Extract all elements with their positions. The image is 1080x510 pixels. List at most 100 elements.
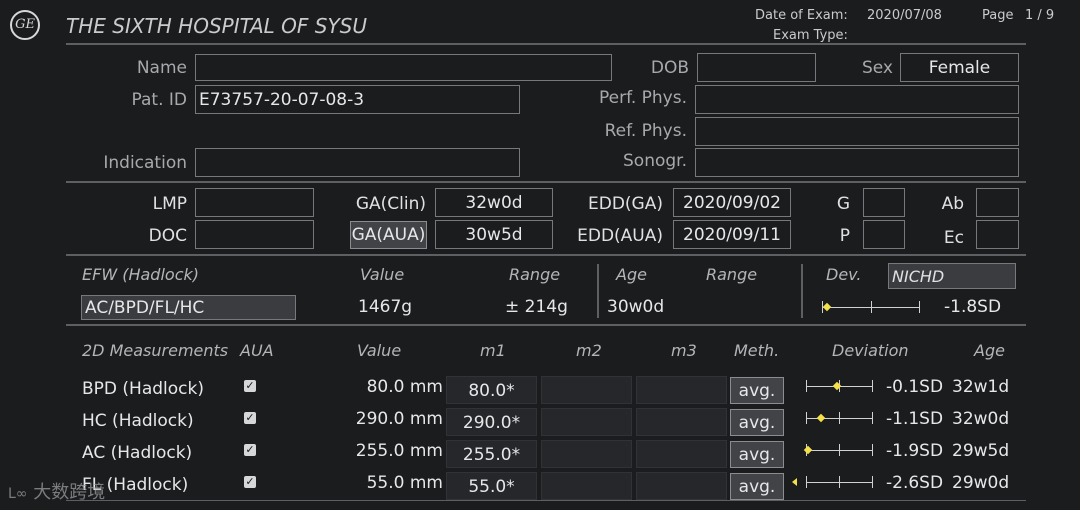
m2-field[interactable] (541, 376, 632, 404)
efw-formula-field[interactable]: AC/BPD/FL/HC (81, 295, 296, 320)
row-value: 55.0 mm (366, 473, 443, 493)
ga-clin-field[interactable]: 32w0d (435, 188, 553, 217)
efw-value: 1467g (358, 297, 413, 317)
method-button[interactable]: avg. (730, 473, 784, 500)
bottom-divider (66, 500, 1026, 501)
efw-divider (66, 324, 1026, 326)
method-button[interactable]: avg. (730, 377, 784, 404)
dob-field[interactable] (697, 53, 816, 82)
ge-logo-text: GE (15, 17, 35, 32)
row-age: 29w0d (952, 473, 1010, 493)
gauge-tick (919, 301, 920, 313)
method-label: avg. (738, 413, 776, 433)
sex-label: Sex (861, 58, 893, 78)
abortion-field[interactable] (976, 188, 1019, 217)
m3-field[interactable] (636, 408, 727, 436)
ga-aua-field[interactable]: 30w5d (435, 220, 553, 249)
efw-age-range-header: Range (706, 265, 758, 284)
ga-aua-button[interactable]: GA(AUA) (350, 221, 427, 249)
row-age: 32w1d (952, 377, 1010, 397)
ga-clin-value: 32w0d (465, 193, 523, 213)
method-button[interactable]: avg. (730, 441, 784, 468)
sex-value: Female (928, 58, 991, 78)
gauge-tick (871, 301, 872, 313)
gauge-tick (872, 476, 873, 488)
row-value: 255.0 mm (355, 441, 443, 461)
efw-value-header: Value (360, 265, 405, 284)
watermark: ᒪ∞ 大数跨境 (8, 478, 105, 504)
row-age: 29w5d (952, 441, 1010, 461)
gauge-tick (806, 412, 807, 424)
efw-deviation: -1.8SD (944, 297, 1002, 317)
efw-deviation-gauge (822, 298, 920, 316)
ectopic-field[interactable] (976, 220, 1019, 249)
indication-label: Indication (103, 153, 187, 173)
page-number: 1 / 9 (1025, 8, 1055, 23)
gauge-tick (872, 380, 873, 392)
method-button[interactable]: avg. (730, 409, 784, 436)
sonographer-field[interactable] (695, 148, 1019, 177)
name-field[interactable] (195, 54, 612, 81)
date-of-exam-label: Date of Exam: (755, 8, 848, 23)
abortion-label: Ab (941, 194, 964, 214)
aua-checkbox[interactable]: ✓ (244, 380, 256, 392)
indication-field[interactable] (195, 148, 520, 177)
m1-field[interactable]: 80.0* (446, 376, 537, 404)
aua-checkbox[interactable]: ✓ (244, 412, 256, 424)
efw-dev-ref: NICHD (892, 267, 945, 286)
m2-field[interactable] (541, 472, 632, 500)
row-name: HC (Hadlock) (82, 411, 194, 431)
patient-id-value: E73757-20-07-08-3 (199, 90, 365, 110)
m2-field[interactable] (541, 408, 632, 436)
method-label: avg. (738, 477, 776, 497)
ref-phys-field[interactable] (695, 117, 1019, 146)
ge-logo: GE (10, 10, 40, 40)
m3-field[interactable] (636, 376, 727, 404)
gravida-field[interactable] (863, 188, 905, 217)
m2-field[interactable] (541, 440, 632, 468)
efw-age-header: Age (616, 265, 647, 284)
value-header: Value (357, 341, 402, 360)
edd-ga-field[interactable]: 2020/09/02 (673, 188, 791, 217)
efw-divider-2 (801, 264, 803, 318)
doc-label: DOC (148, 226, 187, 246)
efw-dev-ref-field[interactable]: NICHD (888, 263, 1016, 289)
m3-field[interactable] (636, 472, 727, 500)
doc-field[interactable] (195, 220, 314, 249)
m1-field[interactable]: 255.0* (446, 440, 537, 468)
patient-id-field[interactable]: E73757-20-07-08-3 (195, 85, 520, 114)
gauge-tick (806, 476, 807, 488)
ectopic-label: Ec (943, 228, 964, 248)
m3-header: m3 (671, 341, 697, 360)
m1-value: 55.0* (468, 477, 515, 497)
perf-phys-field[interactable] (695, 85, 1019, 114)
gauge-tick (839, 444, 840, 456)
lmp-field[interactable] (195, 188, 314, 217)
deviation-gauge (806, 377, 873, 395)
watermark-logo-icon: ᒪ∞ (8, 486, 28, 502)
perf-phys-label: Perf. Phys. (599, 88, 687, 108)
header-divider (66, 43, 1026, 45)
efw-age: 30w0d (607, 297, 665, 317)
watermark-text: 大数跨境 (33, 482, 106, 503)
m3-field[interactable] (636, 440, 727, 468)
m1-field[interactable]: 290.0* (446, 408, 537, 436)
dob-label: DOB (650, 58, 689, 78)
deviation-header: Deviation (832, 341, 909, 360)
method-label: avg. (738, 445, 776, 465)
edd-aua-field[interactable]: 2020/09/11 (673, 220, 791, 249)
sex-field[interactable]: Female (900, 53, 1019, 82)
patient-id-label: Pat. ID (131, 90, 187, 110)
gauge-marker (792, 478, 797, 486)
gauge-marker (816, 413, 826, 423)
dating-divider (66, 254, 1026, 256)
para-field[interactable] (863, 220, 905, 249)
m1-field[interactable]: 55.0* (446, 472, 537, 500)
aua-checkbox[interactable]: ✓ (244, 444, 256, 456)
aua-checkbox[interactable]: ✓ (244, 476, 256, 488)
name-label: Name (136, 58, 187, 78)
efw-dev-header: Dev. (826, 265, 862, 284)
efw-title: EFW (Hadlock) (82, 265, 199, 284)
row-deviation: -2.6SD (886, 473, 944, 493)
aua-header: AUA (240, 341, 274, 360)
